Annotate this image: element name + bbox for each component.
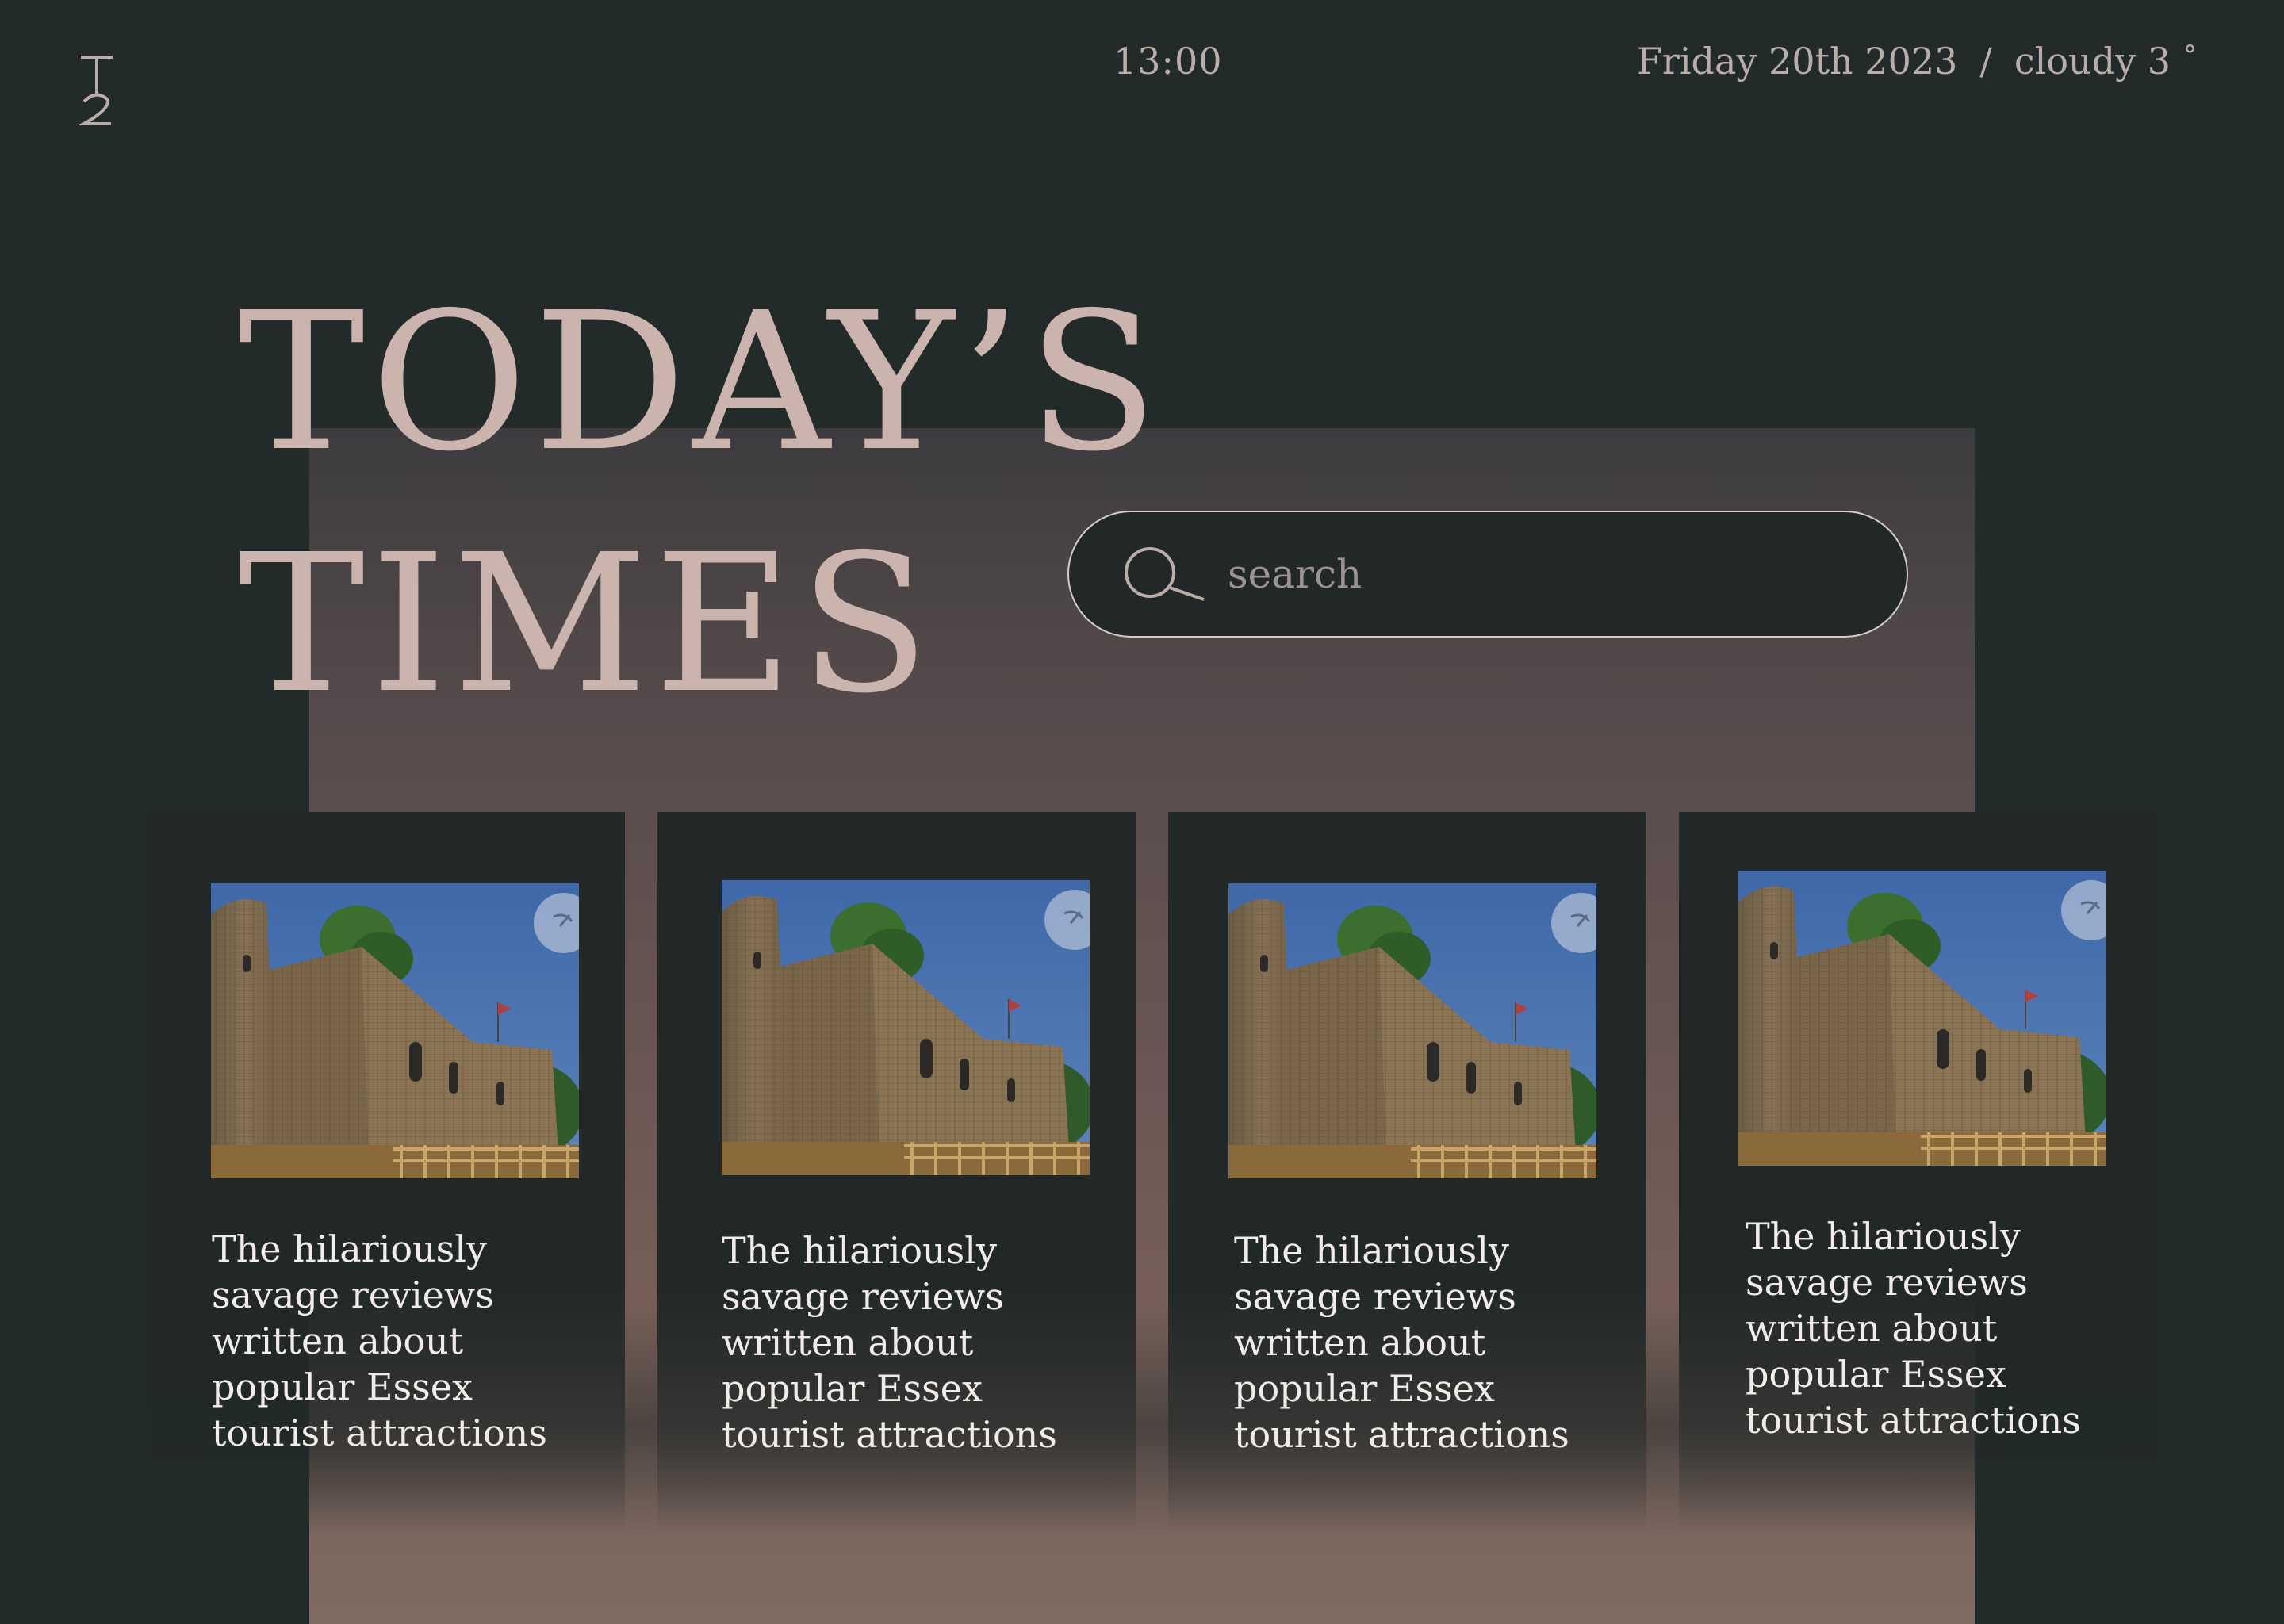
article-title[interactable]: The hilariously savage reviews written a… [1746, 1213, 2126, 1443]
article-card-1[interactable]: The hilariously savage reviews written a… [147, 812, 625, 1534]
search-input[interactable] [1228, 551, 1907, 597]
castle-photo [1738, 871, 2106, 1166]
logo-mark-icon [79, 56, 113, 125]
search-icon[interactable] [1121, 542, 1209, 606]
date-weather: Friday 20th 2023 / cloudy 3 ° [1637, 40, 2197, 82]
article-image[interactable] [1228, 883, 1596, 1178]
current-date: Friday 20th 2023 [1636, 40, 1958, 82]
weather-status: cloudy 3 [2014, 40, 2171, 82]
article-title[interactable]: The hilariously savage reviews written a… [1234, 1228, 1615, 1457]
article-title[interactable]: The hilariously savage reviews written a… [212, 1226, 592, 1456]
search-bar[interactable] [1067, 511, 1908, 638]
page-title: TODAY’S TIMES [238, 262, 1164, 745]
castle-photo [1228, 883, 1596, 1178]
article-card-3[interactable]: The hilariously savage reviews written a… [1168, 812, 1646, 1534]
article-image[interactable] [211, 883, 579, 1178]
logo[interactable] [79, 54, 114, 127]
article-card-4[interactable]: The hilariously savage reviews written a… [1679, 812, 2157, 1534]
article-title[interactable]: The hilariously savage reviews written a… [722, 1228, 1102, 1457]
degree-symbol: ° [2183, 40, 2197, 71]
article-image[interactable] [722, 880, 1090, 1175]
castle-photo [722, 880, 1090, 1175]
article-image[interactable] [1738, 871, 2106, 1166]
clock-time: 13:00 [1113, 40, 1223, 82]
page-title-line-1: TODAY’S [238, 271, 1164, 493]
castle-photo [211, 883, 579, 1178]
date-weather-separator: / [1979, 40, 1992, 82]
page-title-line-2: TIMES [238, 513, 937, 735]
article-card-2[interactable]: The hilariously savage reviews written a… [657, 812, 1136, 1534]
